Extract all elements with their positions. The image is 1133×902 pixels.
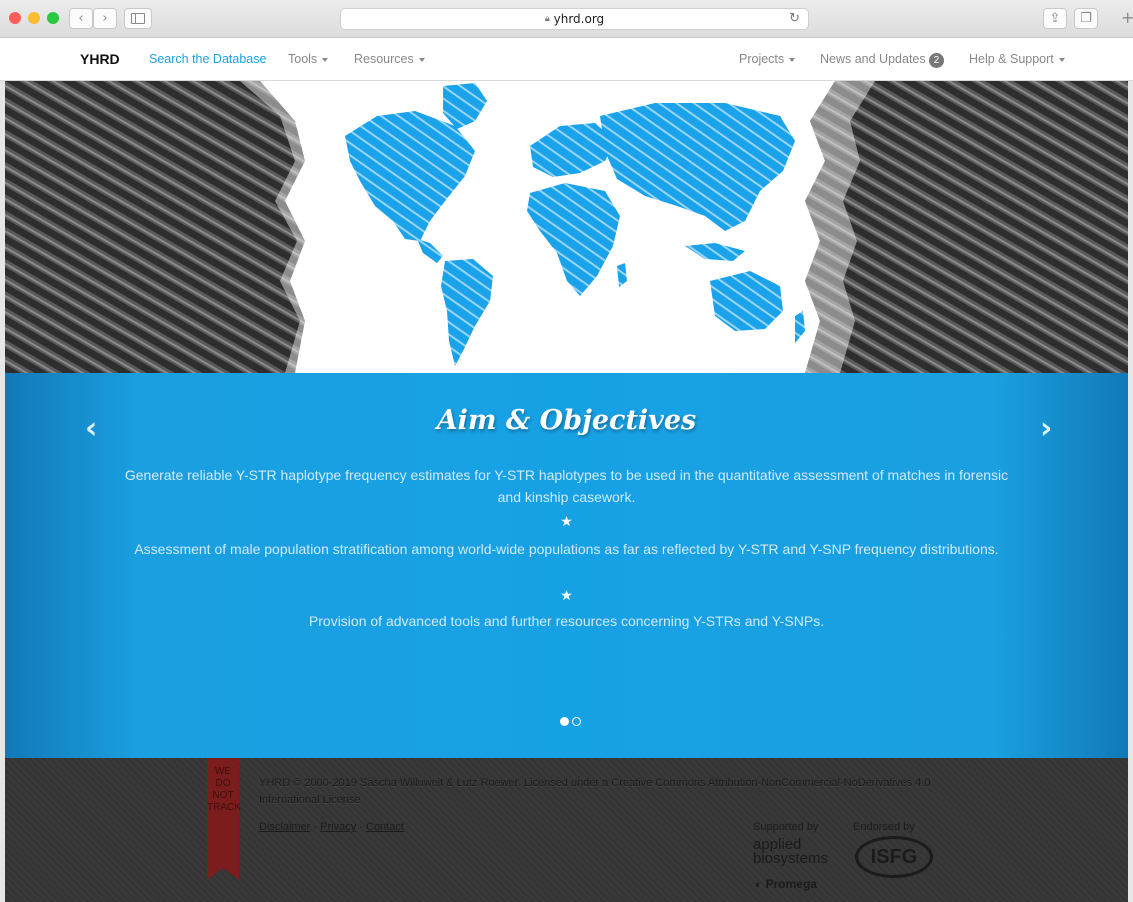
nav-help-support[interactable]: Help & Support [969, 52, 1065, 66]
back-button[interactable]: ‹ [69, 8, 93, 29]
address-bar-url: yhrd.org [553, 12, 605, 26]
reload-icon[interactable]: ↻ [789, 11, 800, 26]
nav-label: Projects [739, 52, 785, 66]
carousel-indicator-1[interactable] [560, 717, 569, 726]
applied-biosystems-line-2: biosystems [753, 850, 829, 867]
zoom-window-button[interactable] [47, 12, 59, 24]
caret-down-icon [418, 57, 425, 62]
objective-paragraph-1: Generate reliable Y-STR haplotype freque… [124, 467, 1009, 505]
contact-link[interactable]: Contact [366, 821, 404, 833]
star-separator-icon: ★ [560, 588, 573, 604]
caret-down-icon [1058, 57, 1065, 62]
nav-label: Search the Database [149, 52, 267, 66]
ribbon-word: NOT [212, 790, 234, 801]
carousel-indicator-2[interactable] [572, 717, 581, 726]
site-navbar: YHRD Search the Database Tools Resources… [0, 38, 1133, 81]
hero-world-map-image [5, 81, 1128, 373]
address-bar[interactable]: 🔒︎ yhrd.org ↻ [340, 8, 809, 30]
close-window-button[interactable] [9, 12, 21, 24]
share-icon: ⇪ [1049, 11, 1061, 26]
sidebar-icon [131, 13, 145, 24]
isfg-label: ISFG [870, 845, 918, 868]
browser-window: ‹ › 🔒︎ yhrd.org ↻ ⇪ ❐ + YHRD Search the … [0, 0, 1133, 902]
browser-toolbar: ‹ › 🔒︎ yhrd.org ↻ ⇪ ❐ + [0, 0, 1133, 38]
news-count-badge: 2 [928, 53, 945, 68]
share-button[interactable]: ⇪ [1043, 8, 1067, 29]
chevron-right-icon: › [102, 11, 108, 26]
aim-objectives-carousel: ‹ › Aim & Objectives Generate reliable Y… [5, 373, 1128, 758]
tabs-icon: ❐ [1080, 11, 1092, 26]
promega-label: Promega [765, 877, 817, 891]
nav-label: Tools [288, 52, 318, 66]
minimize-window-button[interactable] [28, 12, 40, 24]
nav-tools[interactable]: Tools [288, 52, 329, 66]
link-separator: · [313, 821, 318, 833]
link-separator: · [359, 821, 363, 833]
license-text: YHRD © 2000-2019 Sascha Willuweit & Lutz… [259, 777, 931, 806]
ribbon-tail-icon [207, 858, 239, 880]
nav-search-database[interactable]: Search the Database [149, 52, 266, 66]
carousel-indicators [560, 717, 581, 726]
ribbon-word: DO [215, 778, 231, 789]
nav-projects[interactable]: Projects [739, 52, 796, 66]
objective-paragraph-3: Provision of advanced tools and further … [308, 613, 825, 629]
objective-paragraph-2: Assessment of male population stratifica… [134, 541, 999, 557]
nav-label: Resources [354, 52, 414, 66]
tabs-button[interactable]: ❐ [1074, 8, 1098, 29]
promega-swirl-icon: ◐ [755, 877, 763, 891]
supported-by-label: Supported by [753, 821, 819, 833]
do-not-track-label: WE DO NOT TRACK [207, 766, 241, 814]
nav-resources[interactable]: Resources [354, 52, 425, 66]
nav-news-updates[interactable]: News and Updates 2 [820, 52, 945, 68]
lock-icon: 🔒︎ [544, 14, 550, 24]
ribbon-word: TRACK [207, 802, 241, 813]
isfg-logo[interactable]: ISFG [855, 836, 933, 878]
applied-biosystems-logo[interactable]: applied biosystems [753, 837, 829, 867]
privacy-link[interactable]: Privacy [320, 821, 356, 833]
new-tab-button[interactable]: + [1121, 8, 1133, 38]
disclaimer-link[interactable]: Disclaimer [259, 821, 310, 833]
caret-down-icon [322, 57, 329, 62]
chevron-left-icon: ‹ [78, 11, 84, 26]
star-separator-icon: ★ [560, 514, 573, 530]
nav-label: Help & Support [969, 52, 1054, 66]
endorsed-by-label: Endorsed by [853, 821, 915, 833]
sidebar-toggle-button[interactable] [124, 8, 152, 29]
promega-logo[interactable]: ◐ Promega [755, 877, 817, 891]
brand-logo[interactable]: YHRD [80, 51, 120, 67]
site-footer: WE DO NOT TRACK YHRD © 2000-2019 Sascha … [5, 758, 1128, 902]
footer-links: Disclaimer · Privacy · Contact [259, 821, 404, 833]
caret-down-icon [789, 57, 796, 62]
nav-label: News and Updates [820, 52, 926, 66]
ribbon-word: WE [214, 766, 232, 777]
forward-button[interactable]: › [93, 8, 117, 29]
world-map-illustration [5, 81, 1128, 373]
window-controls [9, 12, 59, 24]
carousel-title: Aim & Objectives [436, 405, 697, 436]
plus-icon: + [1121, 8, 1133, 27]
